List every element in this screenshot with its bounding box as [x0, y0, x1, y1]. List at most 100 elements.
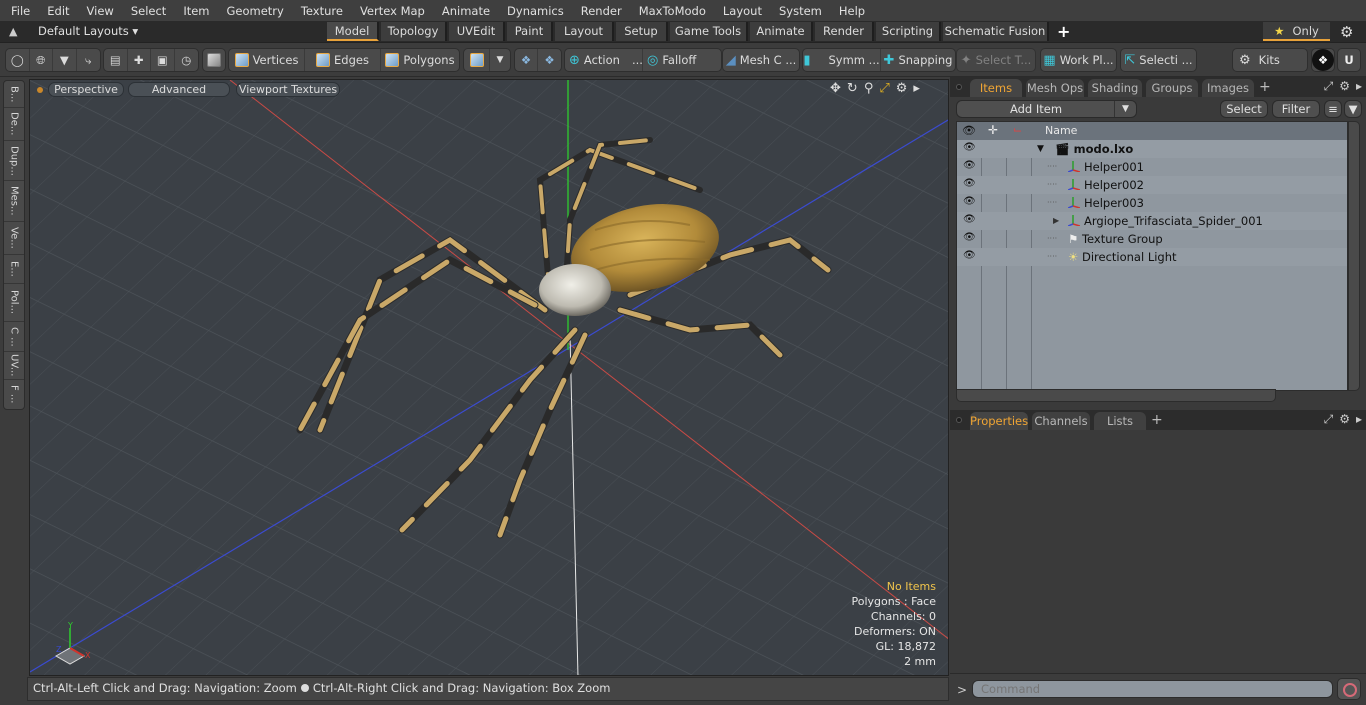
menu-vertex-map[interactable]: Vertex Map — [349, 4, 425, 18]
left-tab-uv[interactable]: UV... — [4, 352, 24, 380]
visibility-eye-icon[interactable]: 👁︎ — [963, 160, 977, 173]
tab-lists[interactable]: Lists — [1094, 412, 1146, 430]
tab-properties[interactable]: Properties — [970, 412, 1028, 430]
select-button[interactable]: Select — [1220, 100, 1268, 118]
panel-arrow-icon[interactable]: ▸ — [1356, 79, 1362, 94]
zoom-magnifier-icon[interactable]: ⚲ — [864, 81, 874, 96]
left-tab-basic[interactable]: B... — [4, 81, 24, 108]
tree-row[interactable]: 👁︎ ···· Helper002 — [957, 176, 1347, 194]
tab-scripting[interactable]: Scripting — [876, 22, 941, 41]
panel-options-dot[interactable] — [956, 417, 962, 423]
collapse-triangle-icon[interactable]: ▼ — [1037, 144, 1044, 154]
vertices-button[interactable]: Vertices — [229, 49, 305, 71]
maximize-arrows-icon[interactable]: ⤢ — [879, 81, 889, 96]
edges-button[interactable]: Edges — [305, 49, 381, 71]
tree-row-spider[interactable]: 👁︎ ▶ Argiope_Trifasciata_Spider_001 — [957, 212, 1347, 230]
name-column-header[interactable]: Name — [1045, 124, 1077, 137]
menu-layout[interactable]: Layout — [712, 4, 762, 18]
bezier-icon[interactable]: ⤷ — [77, 49, 100, 71]
add-item-dropdown[interactable]: Add Item ▼ — [956, 100, 1137, 118]
tab-game-tools[interactable]: Game Tools — [670, 22, 748, 41]
menu-render[interactable]: Render — [570, 4, 622, 18]
materials-dropdown-icon[interactable]: ▼ — [490, 49, 510, 71]
tree-row[interactable]: 👁︎ ···· ☀ Directional Light — [957, 248, 1347, 266]
funnel-filter-icon[interactable]: ▼ — [1344, 100, 1362, 118]
tab-items[interactable]: Items — [970, 79, 1022, 97]
expand-panel-icon[interactable]: ⤢ — [1324, 412, 1334, 427]
polygons-button[interactable]: Polygons — [381, 49, 459, 71]
menu-help[interactable]: Help — [828, 4, 865, 18]
panel-arrow-icon[interactable]: ▸ — [1356, 412, 1362, 427]
item-mode-button[interactable] — [203, 49, 225, 71]
collapse-up-icon[interactable]: ▲ — [9, 25, 17, 38]
menu-maxtomodo[interactable]: MaxToModo — [628, 4, 706, 18]
transform-cube-icon[interactable]: ❖ — [515, 49, 538, 71]
menu-edit[interactable]: Edit — [36, 4, 69, 18]
tree-horizontal-scrollbar[interactable] — [956, 389, 1276, 402]
gear-icon[interactable]: ⚙ — [1340, 23, 1353, 41]
visibility-eye-icon[interactable]: 👁︎ — [963, 178, 977, 191]
stack-icon[interactable]: ▤ — [104, 49, 128, 71]
menu-geometry[interactable]: Geometry — [216, 4, 284, 18]
left-tab-deform[interactable]: De... — [4, 108, 24, 141]
menu-animate[interactable]: Animate — [431, 4, 490, 18]
tree-row[interactable]: 👁︎ ···· ⚑ Texture Group — [957, 230, 1347, 248]
tab-schematic-fusion[interactable]: Schematic Fusion — [943, 22, 1049, 41]
panel-gear-icon[interactable]: ⚙ — [1339, 412, 1350, 427]
chevron-down-icon[interactable]: ▼ — [1114, 101, 1136, 117]
kits-button[interactable]: ⚙ Kits — [1233, 49, 1307, 71]
visibility-eye-icon[interactable]: 👁︎ — [963, 196, 977, 209]
circle-icon[interactable]: ◯ — [6, 49, 30, 71]
default-layouts-dropdown[interactable]: Default Layouts ▾ — [38, 24, 138, 38]
pen-tool-icon[interactable]: ▼ — [53, 49, 77, 71]
expand-panel-icon[interactable]: ⤢ — [1324, 79, 1334, 94]
menu-file[interactable]: File — [0, 4, 30, 18]
tree-row[interactable]: 👁︎ ···· Helper003 — [957, 194, 1347, 212]
unreal-logo-icon[interactable]: U — [1338, 49, 1360, 71]
tab-shading[interactable]: Shading — [1088, 79, 1142, 97]
viewport-textures-button[interactable]: Viewport Textures — [236, 82, 340, 97]
visibility-eye-icon[interactable]: 👁︎ — [963, 232, 977, 245]
selection-sets-button[interactable]: ⇱ Selecti ... — [1121, 49, 1196, 71]
panel-gear-icon[interactable]: ⚙ — [1339, 79, 1350, 94]
left-tab-polygon[interactable]: Pol... — [4, 284, 24, 322]
tree-row[interactable]: 👁︎ ···· Helper001 — [957, 158, 1347, 176]
materials-mode-button[interactable] — [464, 49, 490, 71]
tab-paint[interactable]: Paint — [507, 22, 553, 41]
left-tab-duplicate[interactable]: Dup... — [4, 141, 24, 181]
visibility-eye-header-icon[interactable]: 👁︎ — [962, 124, 976, 137]
viewport-canvas[interactable] — [30, 80, 949, 676]
select-through-button[interactable]: ✦ Select T... — [957, 49, 1035, 71]
left-tab-vertex[interactable]: Ve... — [4, 222, 24, 255]
rotate-icon[interactable]: ↻ — [847, 81, 858, 96]
symmetry-button[interactable]: ▮ Symm ... — [803, 49, 881, 71]
record-macro-icon[interactable] — [1337, 678, 1361, 700]
tab-channels[interactable]: Channels — [1032, 412, 1090, 430]
menu-dynamics[interactable]: Dynamics — [496, 4, 564, 18]
pan-move-icon[interactable]: ✥ — [830, 81, 841, 96]
view-perspective-button[interactable]: Perspective — [48, 82, 124, 97]
list-options-icon[interactable]: ≡ — [1324, 100, 1342, 118]
visibility-eye-icon[interactable]: 👁︎ — [963, 214, 977, 227]
falloff-button[interactable]: ◎ Falloff — [643, 49, 721, 71]
tab-setup[interactable]: Setup — [616, 22, 668, 41]
left-tab-edge[interactable]: E... — [4, 255, 24, 284]
axes-header-icon[interactable]: ⌙ — [1013, 123, 1022, 136]
left-tab-curve[interactable]: C ... — [4, 322, 24, 352]
tab-uvedit[interactable]: UVEdit — [449, 22, 505, 41]
tree-vertical-scrollbar[interactable] — [1348, 121, 1360, 391]
dial-icon[interactable]: ◷ — [175, 49, 198, 71]
tab-render[interactable]: Render — [815, 22, 874, 41]
menu-system[interactable]: System — [768, 4, 822, 18]
shading-advanced-button[interactable]: Advanced — [128, 82, 230, 97]
tab-layout[interactable]: Layout — [555, 22, 614, 41]
menu-view[interactable]: View — [76, 4, 114, 18]
visibility-eye-icon[interactable]: 👁︎ — [963, 142, 977, 155]
expand-triangle-icon[interactable]: ▶ — [1053, 216, 1059, 225]
tab-images[interactable]: Images — [1202, 79, 1254, 97]
viewport-menu-arrow-icon[interactable]: ▸ — [913, 81, 920, 96]
viewport-options-dot[interactable] — [37, 87, 43, 93]
uv-cross-icon[interactable]: ✚ — [128, 49, 151, 71]
tab-mesh-ops[interactable]: Mesh Ops — [1026, 79, 1084, 97]
modo-cube-logo-icon[interactable]: ❖ — [1312, 49, 1334, 71]
